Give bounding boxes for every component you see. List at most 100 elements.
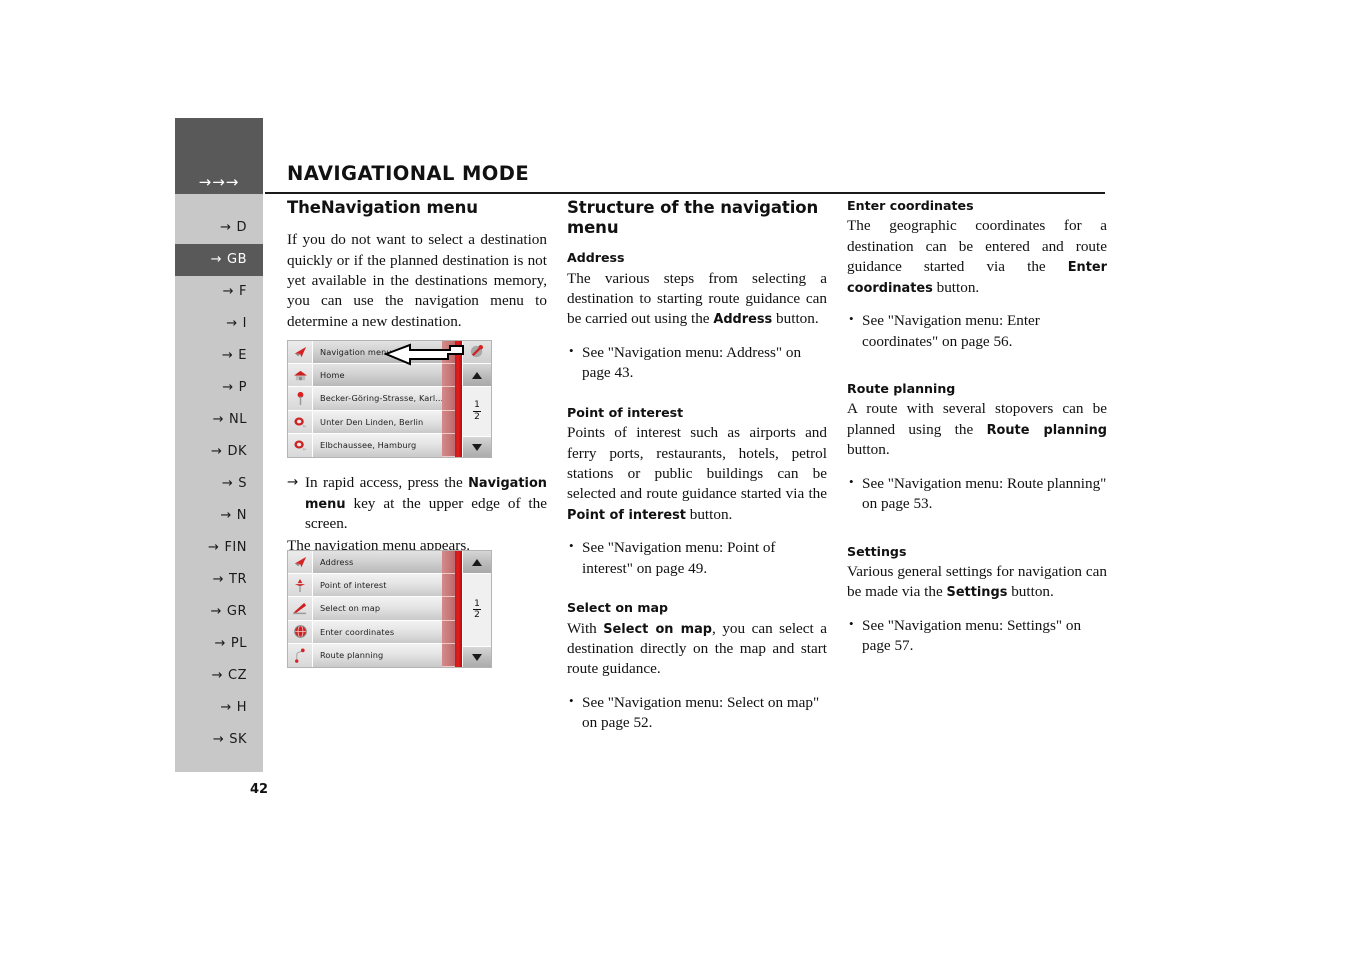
destination-flag-icon [288, 433, 313, 457]
triangle-up-icon [472, 558, 482, 566]
arrow-right-icon: → [221, 348, 234, 363]
enter-coordinates-bullet: See "Navigation menu: Enter coordinates"… [847, 310, 1107, 352]
arrow-right-icon: → [221, 476, 234, 491]
sidebar-item-label: PL [230, 636, 247, 651]
point-of-interest-button[interactable]: Point of interest [288, 574, 454, 597]
row-label: Enter coordinates [320, 626, 395, 637]
page-current: 1 [473, 400, 481, 412]
sidebar-item-d[interactable]: → D [175, 212, 263, 244]
language-list: → D → GB → F → I → E → P → NL → DK → S →… [175, 194, 263, 772]
sidebar-item-n[interactable]: → N [175, 500, 263, 532]
route-planning-paragraph: A route with several stopovers can be pl… [847, 399, 1107, 460]
sidebar-item-nl[interactable]: → NL [175, 404, 263, 436]
sidebar-item-label: D [236, 220, 247, 235]
page-indicator: 1 2 [463, 387, 491, 435]
scroll-position-bar[interactable] [455, 551, 462, 667]
row-label: Navigation menu [320, 347, 392, 358]
map-pin-icon[interactable] [462, 341, 491, 365]
sidebar-item-dk[interactable]: → DK [175, 436, 263, 468]
sidebar-item-label: E [238, 348, 247, 363]
arrow-right-icon: → [212, 732, 225, 747]
scroll-down-button[interactable] [463, 435, 491, 457]
sidebar-item-cz[interactable]: → CZ [175, 660, 263, 692]
pin-icon [288, 387, 313, 410]
address-paragraph: The various steps from selecting a desti… [567, 269, 827, 330]
device-2-pager: 1 2 [462, 551, 491, 667]
row-label: Route planning [320, 650, 384, 661]
som-text-1: With [567, 619, 604, 637]
address-button[interactable]: Address [288, 551, 454, 574]
sidebar-item-h[interactable]: → H [175, 692, 263, 724]
poi-text-bold: Point of interest [567, 507, 686, 523]
arrow-right-icon: → [222, 284, 235, 299]
arrow-right-icon: → [211, 668, 224, 683]
scroll-up-button[interactable] [463, 364, 491, 388]
sidebar-item-label: NL [229, 412, 247, 427]
route-planning-button[interactable]: Route planning [288, 643, 454, 667]
page-indicator: 1 2 [463, 574, 491, 646]
arrow-right-icon: → [208, 540, 220, 555]
column-middle: Structure of the navigation menu Address… [567, 198, 827, 747]
arrow-right-icon: → [210, 604, 222, 619]
poi-text-2: button. [685, 505, 733, 523]
chapter-arrows-icon: →→→ [198, 173, 240, 191]
destination-flag-icon [288, 410, 313, 433]
row-label: Select on map [320, 603, 381, 614]
map-icon [288, 597, 313, 620]
sidebar-item-label: P [238, 380, 247, 395]
sidebar-item-label: S [238, 476, 247, 491]
sidebar-item-tr[interactable]: → TR [175, 564, 263, 596]
page-title: NAVIGATIONAL MODE [287, 162, 530, 185]
intro-paragraph: If you do not want to select a destinati… [287, 231, 547, 330]
sidebar-item-pl[interactable]: → PL [175, 628, 263, 660]
triangle-up-icon [472, 371, 482, 379]
sidebar-item-fin[interactable]: → FIN [175, 532, 263, 564]
scroll-up-button[interactable] [463, 551, 491, 575]
arrow-right-icon: → [212, 572, 225, 587]
row-label: Elbchaussee, Hamburg [320, 440, 417, 451]
sidebar-item-s[interactable]: → S [175, 468, 263, 500]
select-on-map-paragraph: With Select on map, you can select a des… [567, 619, 827, 680]
subheading-address: Address [567, 250, 625, 266]
st-text-2: button. [1007, 583, 1054, 601]
header-divider [265, 192, 1105, 194]
sidebar-item-i[interactable]: → I [175, 308, 263, 340]
address-bullet: See "Navigation menu: Address" on page 4… [567, 342, 827, 384]
st-text-bold: Settings [946, 585, 1008, 601]
sidebar-item-label: H [236, 700, 247, 715]
select-on-map-button[interactable]: Select on map [288, 597, 454, 620]
poi-paragraph: Points of interest such as airports and … [567, 423, 827, 525]
arrow-right-icon: → [226, 316, 238, 331]
sidebar-item-f[interactable]: → F [175, 276, 263, 308]
sidebar-item-label: GB [227, 252, 247, 267]
poi-text-1: Points of interest such as airports and … [567, 424, 827, 503]
destination-entry-button[interactable]: Becker-Göring-Strasse, Karl... [288, 387, 454, 410]
scroll-down-button[interactable] [463, 645, 491, 667]
enter-coordinates-button[interactable]: Enter coordinates [288, 620, 454, 643]
page-total: 2 [474, 610, 480, 620]
language-sidebar: →→→ → D → GB → F → I → E → P → NL → DK →… [175, 118, 263, 772]
sidebar-item-p[interactable]: → P [175, 372, 263, 404]
page-current: 1 [473, 598, 481, 610]
settings-paragraph: Various general settings for navigation … [847, 562, 1107, 603]
step-prefix: In rapid access, press the [305, 474, 469, 492]
sidebar-item-gb[interactable]: → GB [175, 244, 263, 276]
section-heading-structure: Structure of the navigation menu [567, 198, 819, 238]
select-on-map-bullet: See "Navigation menu: Select on map" on … [567, 692, 827, 734]
navigation-arrow-icon [288, 551, 313, 574]
destination-entry-button[interactable]: Elbchaussee, Hamburg [288, 433, 454, 457]
sidebar-item-sk[interactable]: → SK [175, 724, 263, 756]
sidebar-item-label: F [239, 284, 247, 299]
rp-text-bold: Route planning [986, 422, 1107, 438]
sidebar-item-gr[interactable]: → GR [175, 596, 263, 628]
house-icon [288, 364, 313, 387]
arrow-right-icon: → [211, 444, 223, 459]
device-screenshot-destination-list: Navigation menu Home Becker-Göring-Stras… [287, 340, 492, 458]
sidebar-item-e[interactable]: → E [175, 340, 263, 372]
destination-entry-button[interactable]: Unter Den Linden, Berlin [288, 410, 454, 433]
enter-coordinates-paragraph: The geographic coordinates for a destina… [847, 216, 1107, 298]
